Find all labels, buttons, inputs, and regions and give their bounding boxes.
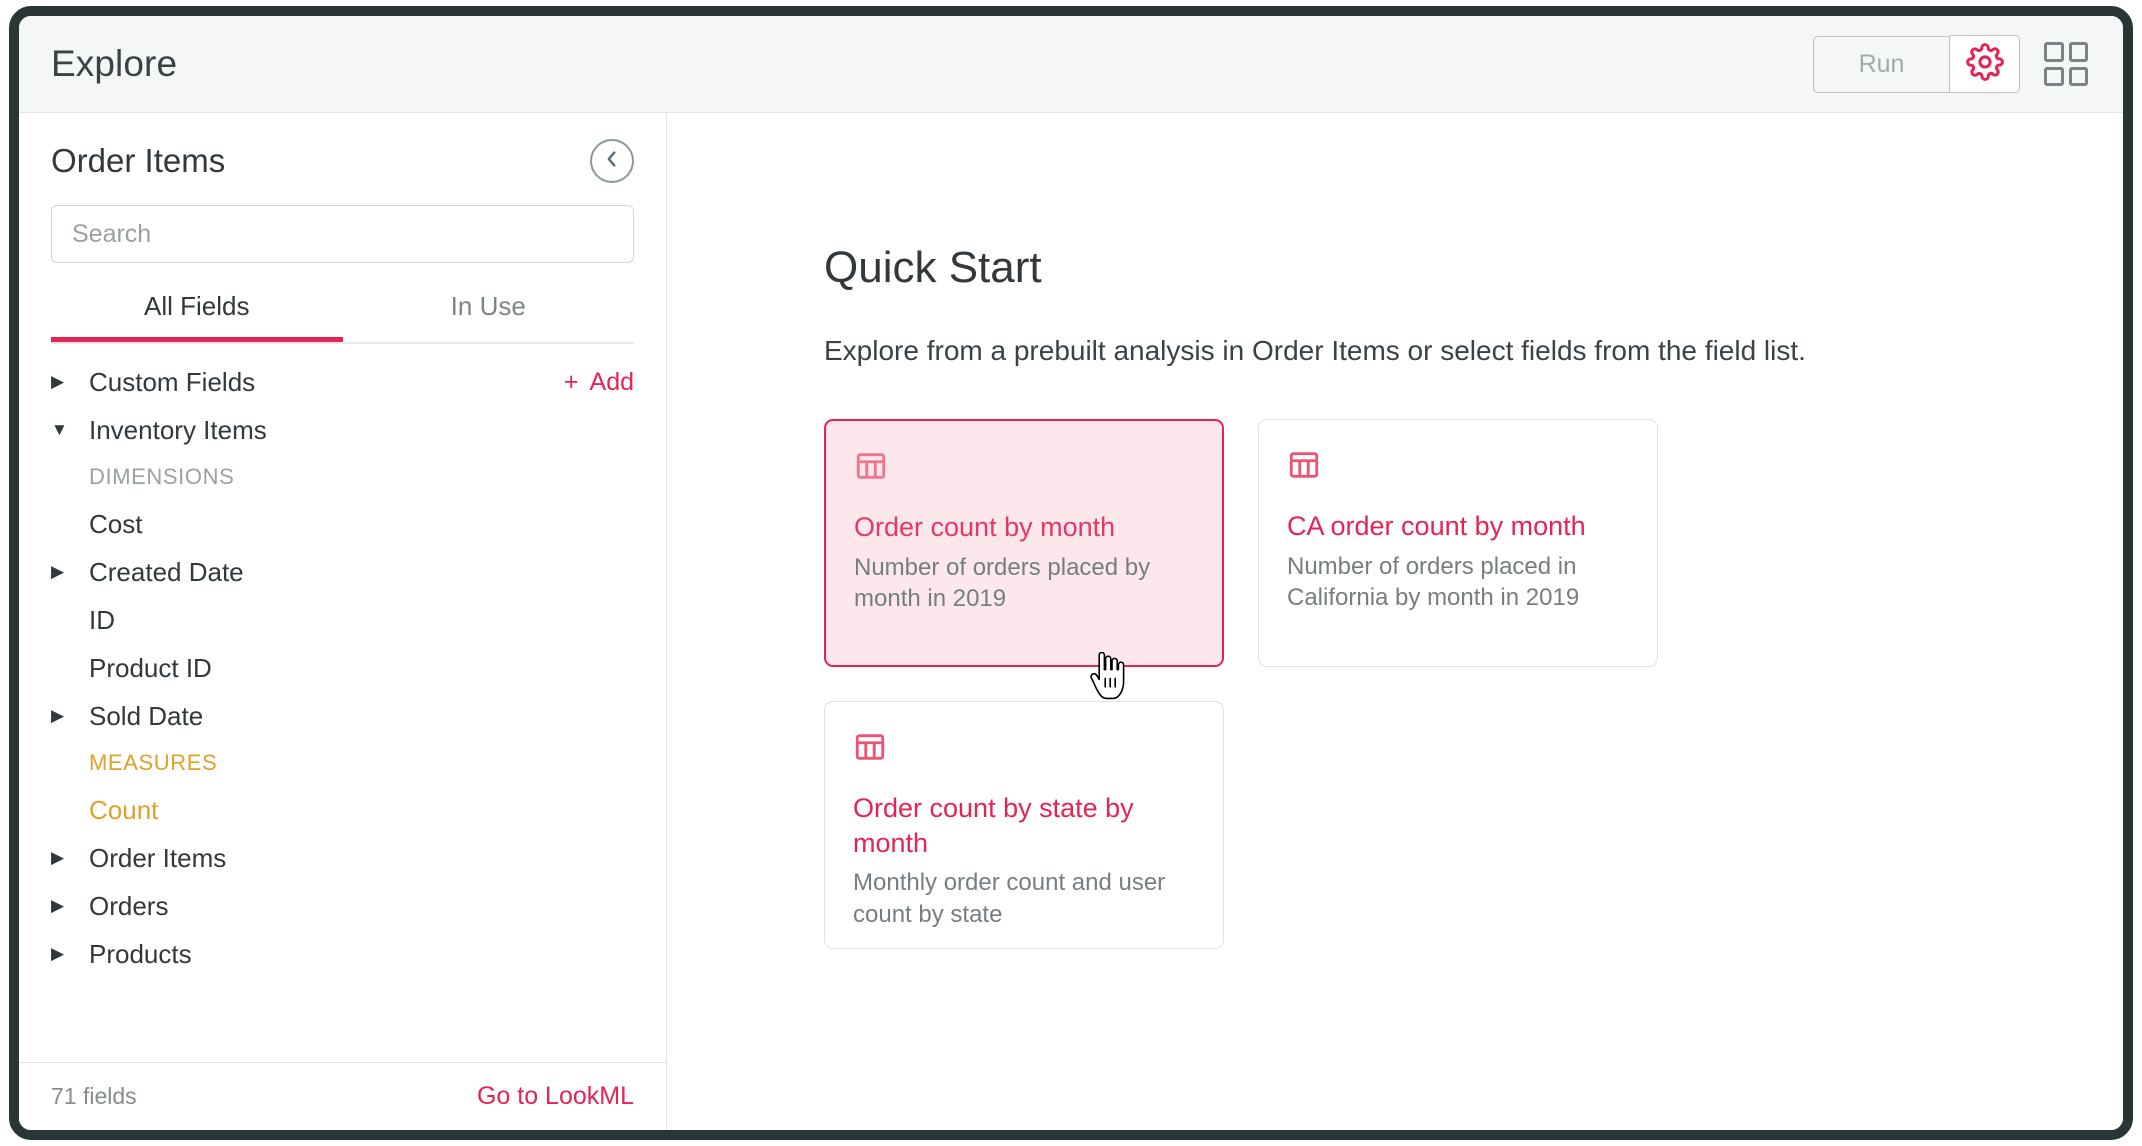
tree-field-created-date[interactable]: ▶ Created Date	[51, 548, 634, 596]
add-label: Add	[589, 367, 634, 396]
apps-grid-icon[interactable]	[2044, 42, 2088, 86]
search-container	[19, 183, 666, 263]
tree-field-cost[interactable]: Cost	[51, 500, 634, 548]
tree-label: Products	[89, 938, 192, 969]
apps-cell-4	[2068, 66, 2088, 86]
tree-group-products[interactable]: ▶ Products	[51, 930, 634, 978]
tree-label: ID	[89, 604, 115, 635]
tree-label: Sold Date	[89, 700, 204, 731]
card-description: Number of orders placed by month in 2019	[854, 553, 1151, 613]
apps-cell-1	[2044, 42, 2064, 62]
tree-label: Created Date	[89, 556, 244, 587]
page-title: Explore	[51, 43, 178, 84]
card-title: Order count by month	[854, 512, 1116, 542]
tree-label: Custom Fields	[89, 366, 256, 397]
top-bar: Explore Run	[19, 16, 2123, 113]
section-measures: MEASURES	[89, 750, 218, 775]
sidebar-footer: 71 fields Go to LookML	[19, 1062, 666, 1130]
caret-right-icon: ▶	[51, 706, 65, 725]
toolbar-actions: Run	[1813, 35, 2088, 93]
quick-start-card[interactable]: Order count by month Number of orders pl…	[824, 419, 1224, 667]
quick-start-heading: Quick Start	[824, 243, 1042, 292]
tree-label: Orders	[89, 890, 169, 921]
tree-field-id[interactable]: ID	[51, 596, 634, 644]
tree-group-orders[interactable]: ▶ Orders	[51, 882, 634, 930]
settings-button[interactable]	[1950, 35, 2020, 93]
section-dimensions: DIMENSIONS	[89, 464, 235, 489]
tree-label: Cost	[89, 508, 143, 539]
field-tree: ▶ Custom Fields + Add ▼ Inventory Items …	[19, 358, 666, 1065]
sidebar-header: Order Items	[19, 113, 666, 183]
table-icon	[853, 730, 1195, 769]
apps-cell-2	[2068, 42, 2088, 62]
caret-right-icon: ▶	[51, 562, 65, 581]
caret-right-icon: ▶	[51, 944, 65, 963]
browser-window: Explore Run Order Items Search All Field…	[9, 6, 2133, 1140]
caret-right-icon: ▶	[51, 848, 65, 867]
tab-in-use[interactable]: In Use	[343, 291, 635, 342]
search-input[interactable]	[51, 205, 634, 263]
tree-label: Inventory Items	[89, 414, 267, 445]
table-icon	[1287, 448, 1629, 487]
tree-field-sold-date[interactable]: ▶ Sold Date	[51, 692, 634, 740]
tree-group-inventory-items[interactable]: ▼ Inventory Items	[51, 406, 634, 454]
gear-icon	[1965, 42, 2004, 86]
quick-start-card[interactable]: CA order count by month Number of orders…	[1258, 419, 1658, 667]
caret-down-icon: ▼	[51, 420, 68, 439]
main-panel: Quick Start Explore from a prebuilt anal…	[668, 113, 2123, 1130]
tree-field-product-id[interactable]: Product ID	[51, 644, 634, 692]
tab-all-fields[interactable]: All Fields	[51, 291, 343, 342]
quick-start-subheading: Explore from a prebuilt analysis in Orde…	[824, 335, 1806, 366]
apps-cell-3	[2044, 66, 2064, 86]
chevron-left-icon	[601, 148, 623, 175]
card-title: Order count by state by month	[853, 793, 1134, 858]
run-button[interactable]: Run	[1813, 35, 1950, 93]
field-browser-sidebar: Order Items All Fields In Use ▶ Custom F…	[19, 113, 667, 1130]
caret-right-icon: ▶	[51, 372, 65, 391]
tree-group-order-items[interactable]: ▶ Order Items	[51, 834, 634, 882]
field-tabs: All Fields In Use	[51, 291, 634, 344]
plus-icon: +	[563, 367, 579, 396]
card-description: Monthly order count and user count by st…	[853, 869, 1166, 928]
caret-right-icon: ▶	[51, 896, 65, 915]
tree-label: Order Items	[89, 842, 227, 873]
tree-group-custom-fields[interactable]: ▶ Custom Fields + Add	[51, 358, 634, 406]
tree-label: Product ID	[89, 652, 212, 683]
collapse-sidebar-button[interactable]	[590, 139, 634, 183]
add-custom-field-button[interactable]: + Add	[564, 368, 634, 397]
card-description: Number of orders placed in California by…	[1287, 552, 1580, 612]
tree-label: Count	[89, 794, 159, 825]
field-count-label: 71 fields	[51, 1083, 137, 1109]
window-content: Explore Run Order Items Search All Field…	[19, 16, 2123, 1130]
tree-measure-count[interactable]: Count	[51, 786, 634, 834]
card-title: CA order count by month	[1287, 511, 1586, 541]
go-to-lookml-link[interactable]: Go to LookML	[477, 1082, 634, 1111]
table-icon	[854, 449, 1194, 488]
quick-start-card-list: Order count by month Number of orders pl…	[824, 419, 1694, 949]
explore-name: Order Items	[51, 142, 226, 179]
quick-start-section: Quick Start Explore from a prebuilt anal…	[668, 113, 2123, 949]
quick-start-card[interactable]: Order count by state by month Monthly or…	[824, 701, 1224, 949]
